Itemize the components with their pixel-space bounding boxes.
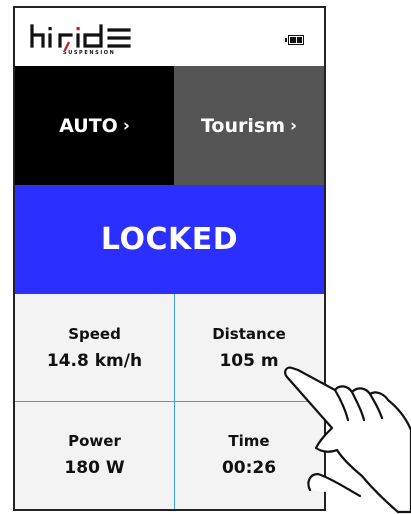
mode-selector: AUTO › Tourism › — [15, 66, 324, 185]
tourism-mode-label: Tourism — [200, 114, 285, 137]
metric-value: 105 m — [219, 350, 279, 371]
metric-value: 14.8 km/h — [46, 350, 143, 371]
auto-mode-button[interactable]: AUTO › — [15, 66, 174, 185]
metric-label: Time — [228, 432, 270, 450]
auto-mode-label: AUTO — [59, 114, 118, 137]
battery-bar — [296, 37, 302, 43]
top-bar: SUSPENSION — [15, 8, 324, 66]
metrics-grid: Speed 14.8 km/h Distance 105 m Power 180… — [15, 294, 324, 509]
chevron-right-icon: › — [122, 115, 130, 136]
metric-time: Time 00:26 — [174, 401, 324, 509]
metric-distance: Distance 105 m — [174, 294, 324, 401]
battery-cap — [285, 38, 287, 42]
tourism-mode-button[interactable]: Tourism › — [174, 66, 324, 185]
lock-status-label: LOCKED — [100, 222, 239, 257]
metric-label: Power — [68, 432, 121, 450]
chevron-right-icon: › — [290, 115, 298, 136]
metric-label: Speed — [68, 324, 121, 343]
device-display: SUSPENSION AUTO › Tourism › LOCKED Speed — [13, 6, 326, 511]
metric-speed: Speed 14.8 km/h — [15, 294, 174, 401]
metric-power: Power 180 W — [15, 401, 174, 509]
battery-icon — [285, 35, 304, 45]
lock-status-button[interactable]: LOCKED — [15, 185, 324, 294]
grid-divider-horizontal — [15, 401, 324, 402]
metric-label: Distance — [212, 324, 286, 343]
metric-value: 00:26 — [221, 458, 277, 478]
battery-bar — [290, 37, 296, 43]
metric-value: 180 W — [64, 458, 125, 478]
logo-subtext: SUSPENSION — [63, 50, 116, 56]
screen: SUSPENSION AUTO › Tourism › LOCKED Speed — [0, 0, 411, 514]
